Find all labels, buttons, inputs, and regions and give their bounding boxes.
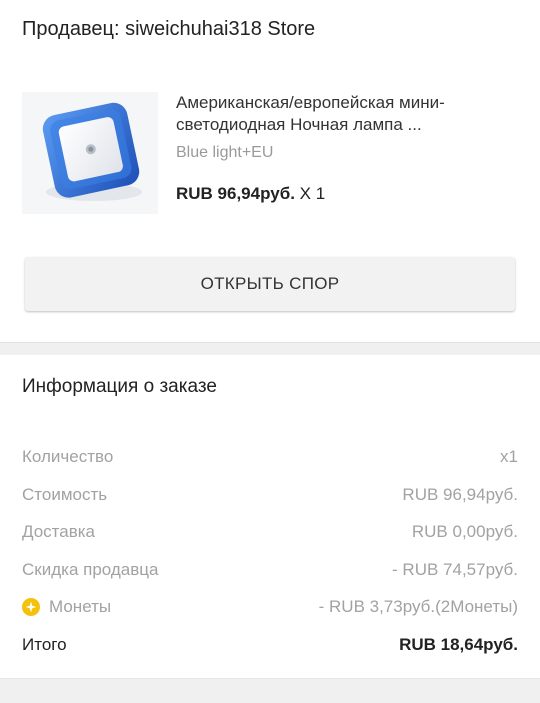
row-shipping: Доставка RUB 0,00руб. bbox=[22, 515, 518, 553]
row-label: Монеты bbox=[49, 597, 112, 616]
row-value: - RUB 74,57руб. bbox=[392, 559, 518, 579]
order-info-list: Количество x1 Стоимость RUB 96,94руб. До… bbox=[22, 440, 518, 665]
price-row: RUB 96,94руб. X 1 bbox=[176, 184, 325, 204]
row-coins: Монеты - RUB 3,73руб.(2Монеты) bbox=[22, 590, 518, 628]
product-price: RUB 96,94руб. bbox=[176, 184, 295, 203]
order-info-title: Информация о заказе bbox=[22, 376, 217, 397]
row-value: RUB 18,64руб. bbox=[399, 634, 518, 654]
row-label-wrap: Монеты bbox=[22, 597, 111, 617]
row-label: Скидка продавца bbox=[22, 559, 159, 579]
product-title[interactable]: Американская/европейская мини-светодиодн… bbox=[176, 92, 518, 136]
row-quantity: Количество x1 bbox=[22, 440, 518, 478]
row-label: Итого bbox=[22, 634, 67, 654]
row-label: Стоимость bbox=[22, 484, 108, 504]
row-total: Итого RUB 18,64руб. bbox=[22, 628, 518, 666]
row-value: - RUB 3,73руб.(2Монеты) bbox=[318, 597, 518, 616]
row-label: Доставка bbox=[22, 522, 96, 541]
bottom-section-divider bbox=[0, 678, 540, 703]
product-quantity: X 1 bbox=[299, 184, 326, 203]
product-variant: Blue light+EU bbox=[176, 144, 274, 161]
product-image[interactable] bbox=[22, 92, 158, 214]
row-seller-discount: Скидка продавца - RUB 74,57руб. bbox=[22, 553, 518, 591]
row-label: Количество bbox=[22, 447, 114, 466]
seller-name[interactable]: Продавец: siweichuhai318 Store bbox=[22, 18, 315, 41]
night-light-icon bbox=[42, 102, 142, 201]
row-cost: Стоимость RUB 96,94руб. bbox=[22, 478, 518, 516]
section-divider bbox=[0, 342, 540, 355]
row-value: RUB 96,94руб. bbox=[402, 484, 518, 504]
row-value: x1 bbox=[500, 447, 518, 466]
coin-icon bbox=[22, 598, 40, 616]
row-value: RUB 0,00руб. bbox=[411, 522, 518, 541]
product-card[interactable]: Американская/европейская мини-светодиодн… bbox=[22, 92, 518, 216]
open-dispute-button[interactable]: ОТКРЫТЬ СПОР bbox=[25, 257, 515, 311]
